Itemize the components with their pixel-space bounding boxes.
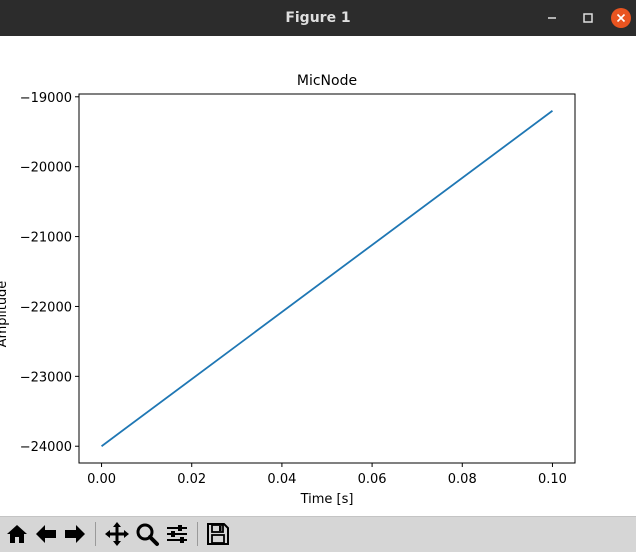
x-tick-label: 0.10 [538, 472, 567, 487]
close-icon [616, 13, 626, 23]
x-tick-label: 0.06 [358, 472, 387, 487]
y-tick-label: −24000 [20, 440, 72, 455]
zoom-icon [136, 523, 159, 546]
y-tick-label: −21000 [20, 231, 72, 246]
y-tick-label: −22000 [20, 300, 72, 315]
zoom-button[interactable] [133, 520, 161, 548]
subplots-config-icon [167, 525, 187, 543]
series-line [101, 110, 553, 447]
y-axis-label: Amplitude [0, 281, 10, 348]
x-tick-label: 0.04 [267, 472, 296, 487]
minimize-button[interactable] [542, 8, 562, 28]
save-icon [207, 523, 229, 545]
close-button[interactable] [611, 8, 631, 28]
x-tick-label: 0.08 [448, 472, 477, 487]
y-tick-label: −23000 [20, 370, 72, 385]
y-tick-label: −20000 [20, 161, 72, 176]
window-titlebar: Figure 1 [0, 0, 636, 36]
subplots-config-button[interactable] [163, 520, 191, 548]
chart-svg: MicNode Time [s] Amplitude 0.00 0.02 0.04 0… [0, 73, 576, 507]
home-button[interactable] [3, 520, 31, 548]
minimize-icon [548, 17, 556, 19]
save-button[interactable] [204, 520, 232, 548]
back-arrow-icon [36, 525, 56, 543]
plot-area: 0.00 0.02 0.04 0.06 0.08 0.10 −24000 −23000 −220… [20, 91, 576, 487]
toolbar-separator [197, 522, 198, 546]
y-tick-label: −19000 [20, 91, 72, 106]
forward-button[interactable] [61, 520, 89, 548]
maximize-icon [583, 13, 593, 23]
pan-icon [105, 522, 129, 546]
back-button[interactable] [32, 520, 60, 548]
figure-canvas[interactable]: MicNode Time [s] Amplitude 0.00 0.02 0.04 0… [0, 36, 636, 516]
x-tick-label: 0.02 [177, 472, 206, 487]
x-tick-label: 0.00 [87, 472, 116, 487]
maximize-button[interactable] [578, 8, 598, 28]
navigation-toolbar [0, 516, 636, 552]
forward-arrow-icon [65, 525, 85, 543]
x-axis-label: Time [s] [300, 492, 354, 507]
toolbar-separator [95, 522, 96, 546]
window-title: Figure 1 [285, 10, 351, 26]
home-icon [7, 525, 27, 543]
chart-title: MicNode [297, 73, 357, 89]
pan-button[interactable] [103, 520, 131, 548]
